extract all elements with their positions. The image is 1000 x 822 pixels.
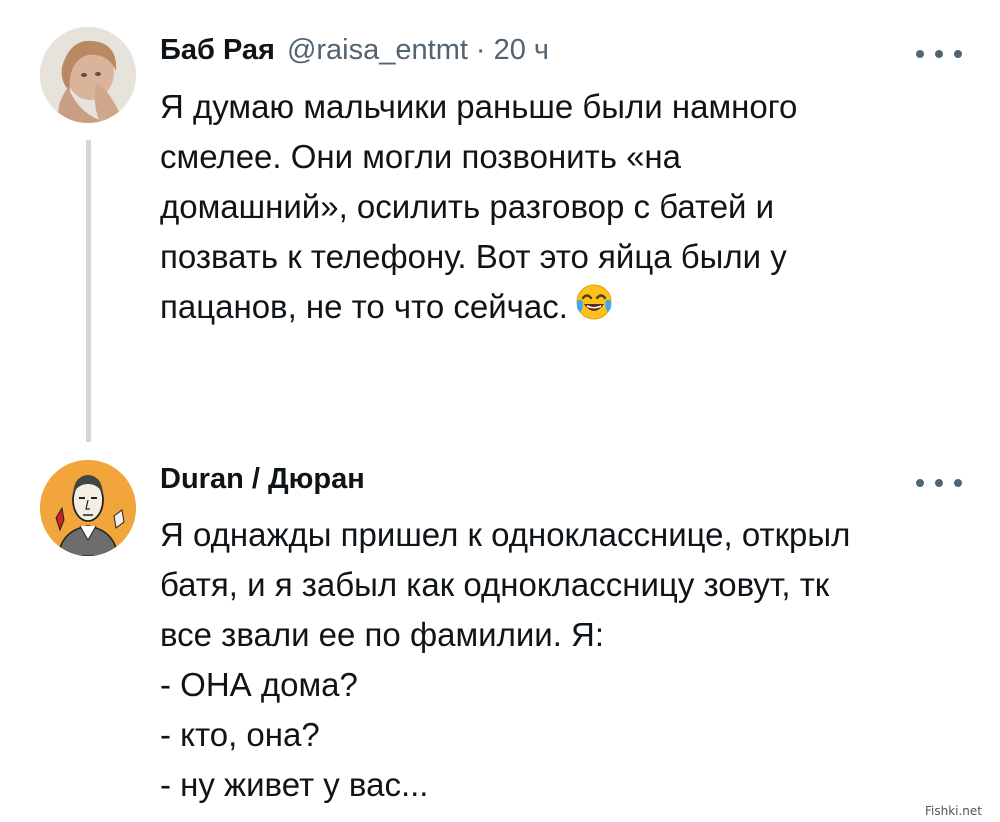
tweet-1[interactable]: Баб Рая @raisa_entmt · 20 ч Я думаю маль… bbox=[0, 0, 1000, 445]
tweet-2[interactable]: Duran / Дюран Я однажды пришел к однокла… bbox=[0, 445, 1000, 822]
tweet-text-line: пацанов, не то что сейчас. bbox=[160, 288, 568, 325]
tweet-header: Duran / Дюран bbox=[160, 463, 365, 496]
more-options-button[interactable] bbox=[916, 473, 962, 493]
more-horizontal-icon-dot bbox=[916, 50, 924, 58]
tweet-text-line: - кто, она? bbox=[160, 716, 320, 753]
avatar[interactable] bbox=[40, 460, 136, 556]
more-horizontal-icon-dot bbox=[954, 50, 962, 58]
more-horizontal-icon-dot bbox=[954, 479, 962, 487]
tweet-text-line: батя, и я забыл как одноклассницу зовут,… bbox=[160, 566, 830, 603]
face-with-tears-of-joy-icon bbox=[574, 282, 614, 336]
tweet-text: Я думаю мальчики раньше были намного сме… bbox=[160, 82, 960, 336]
watermark: Fishki.net bbox=[924, 804, 982, 818]
more-horizontal-icon-dot bbox=[935, 50, 943, 58]
tweet-text-line: - ОНА дома? bbox=[160, 666, 358, 703]
thread-connector-line bbox=[86, 140, 91, 442]
tweet-text-line: Я однажды пришел к однокласснице, открыл bbox=[160, 516, 851, 553]
author-name[interactable]: Duran / Дюран bbox=[160, 463, 365, 496]
tweet-text-line: позвать к телефону. Вот это яйца были у bbox=[160, 238, 787, 275]
header-separator: · bbox=[475, 34, 486, 66]
avatar-photo-icon bbox=[40, 27, 136, 123]
tweet-text-line: смелее. Они могли позвонить «на bbox=[160, 138, 682, 175]
tweet-text-line: домашний», осилить разговор с батей и bbox=[160, 188, 775, 225]
tweet-header: Баб Рая @raisa_entmt · 20 ч bbox=[160, 34, 549, 67]
more-horizontal-icon-dot bbox=[916, 479, 924, 487]
tweet-text-line: все звали ее по фамилии. Я: bbox=[160, 616, 605, 653]
author-name[interactable]: Баб Рая bbox=[160, 34, 275, 67]
tweet-text: Я однажды пришел к однокласснице, открыл… bbox=[160, 510, 960, 810]
tweet-timestamp[interactable]: 20 ч bbox=[494, 34, 549, 67]
more-horizontal-icon-dot bbox=[935, 479, 943, 487]
author-handle[interactable]: @raisa_entmt bbox=[287, 34, 468, 67]
avatar-cartoon-icon bbox=[40, 460, 136, 556]
tweet-text-line-last: пацанов, не то что сейчас. bbox=[160, 282, 960, 336]
avatar[interactable] bbox=[40, 27, 136, 123]
more-options-button[interactable] bbox=[916, 44, 962, 64]
tweet-text-line: Я думаю мальчики раньше были намного bbox=[160, 88, 798, 125]
tweet-text-line: - ну живет у вас... bbox=[160, 766, 429, 803]
